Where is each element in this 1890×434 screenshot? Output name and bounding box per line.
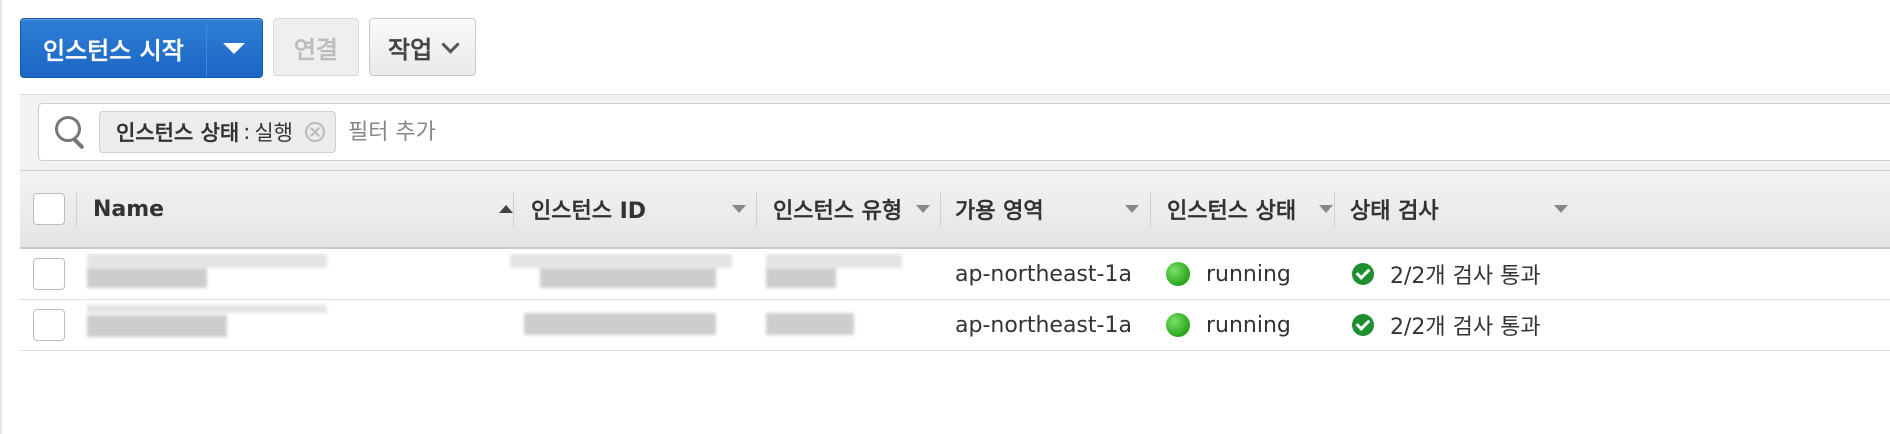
row-checkbox[interactable] [33,258,65,290]
filter-box: 인스턴스 상태 : 실행 [38,103,1890,161]
chevron-down-icon [223,42,246,54]
column-header-label: 인스턴스 유형 [773,199,903,224]
status-check-label[interactable]: 2/2개 검사 통과 [1390,309,1541,341]
filter-token-separator: : [243,120,251,144]
redacted-instance-id [510,249,732,299]
connect-button[interactable]: 연결 [272,18,360,76]
column-divider [940,191,941,227]
column-header-instance-state[interactable]: 인스턴스 상태 [1167,171,1333,247]
instance-state-cell: running [1166,300,1291,350]
table-header: Name 인스턴스 ID 인스턴스 유형 가용 영역 인스턴스 상태 상태 검사 [20,170,1890,249]
column-divider [1334,191,1335,227]
status-check-cell: 2/2개 검사 통과 [1352,300,1541,350]
launch-instance-dropdown-toggle[interactable] [205,19,262,77]
filter-token-key: 인스턴스 상태 [116,121,240,145]
table-row[interactable]: ap-northeast-1a running 2/2개 검사 통과 [20,300,1890,351]
status-check-cell: 2/2개 검사 통과 [1352,249,1541,299]
instance-state-cell: running [1166,249,1291,299]
toolbar: 인스턴스 시작 연결 작업 [20,18,477,78]
search-icon [49,110,93,154]
column-header-label: 인스턴스 상태 [1167,199,1297,224]
column-header-name[interactable]: Name [93,171,513,247]
chevron-down-icon [441,34,460,54]
filter-token-value: 실행 [254,121,293,145]
page-left-border [0,0,2,434]
launch-instance-button[interactable]: 인스턴스 시작 [21,19,206,77]
status-check-label[interactable]: 2/2개 검사 통과 [1390,258,1541,290]
sort-icon [1554,205,1568,213]
select-all-checkbox[interactable] [33,193,65,225]
sort-icon [916,205,930,213]
availability-zone-cell: ap-northeast-1a [955,312,1132,338]
instance-state-label: running [1206,312,1291,338]
column-divider [1150,191,1151,227]
column-divider [76,191,77,227]
check-passed-icon [1352,314,1374,336]
column-header-label: 상태 검사 [1350,199,1439,224]
column-header-label: Name [93,196,165,222]
column-header-status-check[interactable]: 상태 검사 [1350,171,1568,247]
sort-icon [1125,205,1139,213]
filter-bar: 인스턴스 상태 : 실행 [20,94,1890,171]
sort-icon [1319,205,1333,213]
select-all-cell [33,171,65,247]
row-select-cell [33,300,65,350]
redacted-name [87,300,327,350]
column-header-label: 가용 영역 [955,199,1044,224]
instance-state-label: running [1206,261,1291,287]
redacted-name [87,249,327,299]
redacted-instance-type [766,249,902,299]
table-row[interactable]: ap-northeast-1a running 2/2개 검사 통과 [20,249,1890,300]
column-header-instance-id[interactable]: 인스턴스 ID [531,171,746,247]
check-passed-icon [1352,263,1374,285]
launch-instance-split-button: 인스턴스 시작 [20,18,263,78]
filter-token[interactable]: 인스턴스 상태 : 실행 [99,111,336,153]
clear-filter-icon[interactable] [304,122,325,142]
running-status-icon [1166,313,1190,337]
column-header-instance-type[interactable]: 인스턴스 유형 [773,171,930,247]
column-header-label: 인스턴스 ID [531,199,647,224]
running-status-icon [1166,262,1190,286]
row-checkbox[interactable] [33,309,65,341]
column-divider [513,191,514,227]
column-header-availability-zone[interactable]: 가용 영역 [955,171,1139,247]
sort-icon [732,205,746,213]
availability-zone-cell: ap-northeast-1a [955,261,1132,287]
filter-input[interactable] [345,118,950,146]
redacted-instance-id [510,300,732,350]
row-select-cell [33,249,65,299]
sort-asc-icon [499,205,513,213]
column-divider [756,191,757,227]
instances-table: Name 인스턴스 ID 인스턴스 유형 가용 영역 인스턴스 상태 상태 검사 [20,170,1890,351]
actions-button-label: 작업 [388,35,433,64]
redacted-instance-type [766,300,902,350]
actions-button[interactable]: 작업 [369,18,477,76]
